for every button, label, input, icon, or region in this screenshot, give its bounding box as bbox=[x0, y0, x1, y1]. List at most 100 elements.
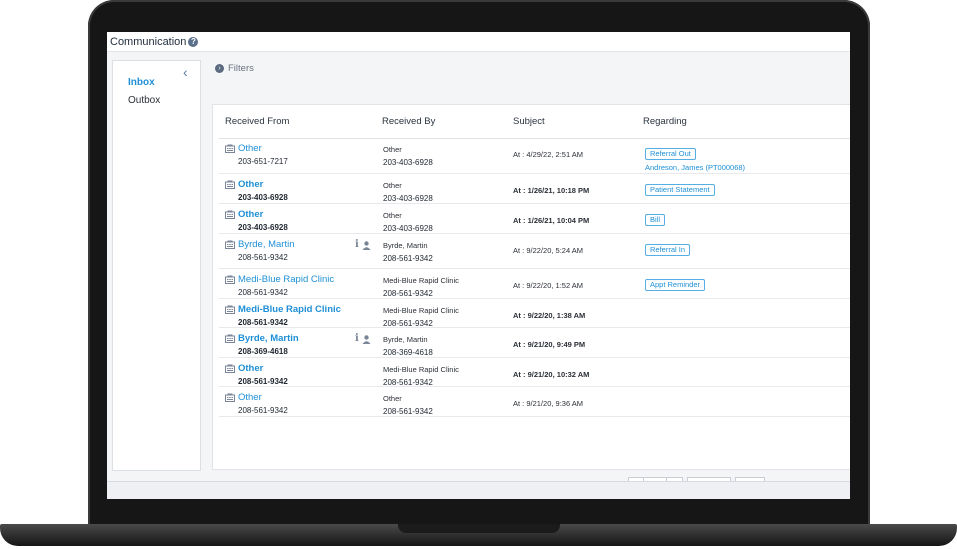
subject-timestamp: At : 9/22/20, 1:52 AM bbox=[513, 281, 584, 290]
info-icon[interactable]: i bbox=[355, 240, 359, 250]
received-from-name: Byrde, Martin bbox=[238, 333, 299, 344]
column-header-subject[interactable]: Subject bbox=[513, 116, 545, 127]
person-icon[interactable] bbox=[362, 240, 371, 250]
received-from-name: Other bbox=[238, 392, 262, 403]
table-row[interactable]: Other 203-403-6928 Other 203-403-6928 At : 1… bbox=[219, 174, 850, 204]
filters-label: Filters bbox=[228, 63, 254, 74]
filters-toggle[interactable]: › Filters bbox=[215, 63, 254, 74]
received-from-link[interactable]: Other bbox=[225, 392, 288, 403]
received-by-phone: 203-403-6928 bbox=[383, 158, 433, 167]
fax-icon bbox=[225, 240, 235, 249]
received-by-name: Medi-Blue Rapid Clinic bbox=[383, 365, 459, 374]
fax-icon bbox=[225, 210, 235, 219]
received-by-name: Byrde, Martin bbox=[383, 335, 428, 344]
subject-timestamp: At : 9/22/20, 1:38 AM bbox=[513, 311, 586, 320]
received-by-name: Other bbox=[383, 211, 402, 220]
table-row[interactable]: Medi-Blue Rapid Clinic 208-561-9342 Medi-B… bbox=[219, 269, 850, 299]
received-from-link[interactable]: Byrde, Martin bbox=[225, 333, 299, 344]
regarding-tag[interactable]: Referral In bbox=[645, 244, 691, 256]
regarding-tag[interactable]: Bill bbox=[645, 214, 666, 226]
app-screen: Communication ? ‹ Inbox Outbox › Filters… bbox=[107, 32, 850, 499]
person-icon[interactable] bbox=[362, 334, 371, 344]
regarding-tag[interactable]: Referral Out bbox=[645, 148, 696, 160]
received-by-name: Other bbox=[383, 394, 402, 403]
received-from-phone: 208-561-9342 bbox=[238, 377, 288, 386]
row-actions: i bbox=[355, 334, 371, 344]
received-from-link[interactable]: Other bbox=[225, 363, 288, 374]
column-header-received-from[interactable]: Received From bbox=[225, 116, 289, 127]
fax-icon bbox=[225, 334, 235, 343]
received-from-link[interactable]: Medi-Blue Rapid Clinic bbox=[225, 274, 334, 285]
subject-timestamp: At : 1/26/21, 10:04 PM bbox=[513, 216, 590, 225]
chevron-right-icon: › bbox=[215, 64, 224, 73]
column-header-received-by[interactable]: Received By bbox=[382, 116, 435, 127]
received-by-phone: 203-403-6928 bbox=[383, 224, 433, 233]
help-icon[interactable]: ? bbox=[188, 36, 199, 47]
received-from-link[interactable]: Other bbox=[225, 179, 288, 190]
table-row[interactable]: Other 203-651-7217 Other 203-403-6928 At : 4… bbox=[219, 139, 850, 174]
subject-timestamp: At : 4/29/22, 2:51 AM bbox=[513, 150, 584, 159]
received-from-link[interactable]: Byrde, Martin bbox=[225, 239, 295, 250]
received-from-phone: 203-651-7217 bbox=[238, 157, 288, 166]
laptop-notch bbox=[398, 524, 560, 533]
received-by-phone: 208-561-9342 bbox=[383, 289, 433, 298]
footer-bar bbox=[107, 481, 850, 499]
fax-icon bbox=[225, 144, 235, 153]
received-from-name: Medi-Blue Rapid Clinic bbox=[238, 304, 341, 315]
fax-icon bbox=[225, 364, 235, 373]
received-by-phone: 208-561-9342 bbox=[383, 378, 433, 387]
column-header-regarding[interactable]: Regarding bbox=[643, 116, 687, 127]
table-row[interactable]: Other 208-561-9342 Medi-Blue Rapid Clinic 2… bbox=[219, 358, 850, 387]
chevron-left-icon[interactable]: ‹ bbox=[183, 65, 193, 79]
table-row[interactable]: Medi-Blue Rapid Clinic 208-561-9342 Medi-B… bbox=[219, 299, 850, 328]
table-row[interactable]: Other 203-403-6928 Other 203-403-6928 At : 1… bbox=[219, 204, 850, 234]
fax-icon bbox=[225, 180, 235, 189]
table-row[interactable]: Byrde, Martin 208-369-4618 i Byrde, Martin 2… bbox=[219, 328, 850, 358]
received-from-phone: 203-403-6928 bbox=[238, 223, 288, 232]
sidebar-item-inbox[interactable]: Inbox bbox=[128, 77, 155, 88]
received-by-name: Medi-Blue Rapid Clinic bbox=[383, 276, 459, 285]
subject-timestamp: At : 9/21/20, 9:49 PM bbox=[513, 340, 586, 349]
page-title: Communication bbox=[110, 35, 187, 48]
received-from-phone: 203-403-6928 bbox=[238, 193, 288, 202]
received-from-phone: 208-561-9342 bbox=[238, 253, 288, 262]
received-by-phone: 208-561-9342 bbox=[383, 319, 433, 328]
received-from-link[interactable]: Other bbox=[225, 143, 288, 154]
received-from-name: Medi-Blue Rapid Clinic bbox=[238, 274, 335, 285]
communication-table-panel: Received From Received By Subject Regard… bbox=[212, 104, 850, 491]
received-from-phone: 208-561-9342 bbox=[238, 406, 288, 415]
received-from-link[interactable]: Medi-Blue Rapid Clinic bbox=[225, 304, 341, 315]
received-from-name: Other bbox=[238, 179, 264, 190]
table-row[interactable]: Other 208-561-9342 Other 208-561-9342 At : 9… bbox=[219, 387, 850, 417]
received-by-phone: 208-561-9342 bbox=[383, 407, 433, 416]
received-by-name: Other bbox=[383, 145, 402, 154]
regarding-tag[interactable]: Patient Statement bbox=[645, 184, 715, 196]
sidebar-item-outbox[interactable]: Outbox bbox=[128, 95, 160, 106]
title-bar: Communication ? bbox=[107, 32, 850, 52]
fax-icon bbox=[225, 275, 235, 284]
received-from-name: Other bbox=[238, 143, 262, 154]
regarding-patient-link[interactable]: Andreson, James (PT000068) bbox=[645, 163, 745, 172]
received-by-name: Byrde, Martin bbox=[383, 241, 428, 250]
received-by-name: Medi-Blue Rapid Clinic bbox=[383, 306, 459, 315]
received-by-phone: 208-369-4618 bbox=[383, 348, 433, 357]
received-by-name: Other bbox=[383, 181, 402, 190]
received-from-phone: 208-369-4618 bbox=[238, 347, 288, 356]
subject-timestamp: At : 9/21/20, 9:36 AM bbox=[513, 399, 584, 408]
table-header: Received From Received By Subject Regard… bbox=[219, 105, 850, 139]
fax-icon bbox=[225, 305, 235, 314]
received-from-phone: 208-561-9342 bbox=[238, 288, 288, 297]
received-by-phone: 208-561-9342 bbox=[383, 254, 433, 263]
info-icon[interactable]: i bbox=[355, 334, 359, 344]
subject-timestamp: At : 9/21/20, 10:32 AM bbox=[513, 370, 590, 379]
received-from-link[interactable]: Other bbox=[225, 209, 288, 220]
fax-icon bbox=[225, 393, 235, 402]
received-by-phone: 203-403-6928 bbox=[383, 194, 433, 203]
subject-timestamp: At : 9/22/20, 5:24 AM bbox=[513, 246, 584, 255]
received-from-name: Other bbox=[238, 209, 264, 220]
regarding-tag[interactable]: Appt Reminder bbox=[645, 279, 706, 291]
table-row[interactable]: Byrde, Martin 208-561-9342 i Byrde, Martin 2… bbox=[219, 234, 850, 269]
received-from-name: Byrde, Martin bbox=[238, 239, 295, 250]
sidebar: ‹ Inbox Outbox bbox=[112, 60, 201, 471]
received-from-phone: 208-561-9342 bbox=[238, 318, 288, 327]
